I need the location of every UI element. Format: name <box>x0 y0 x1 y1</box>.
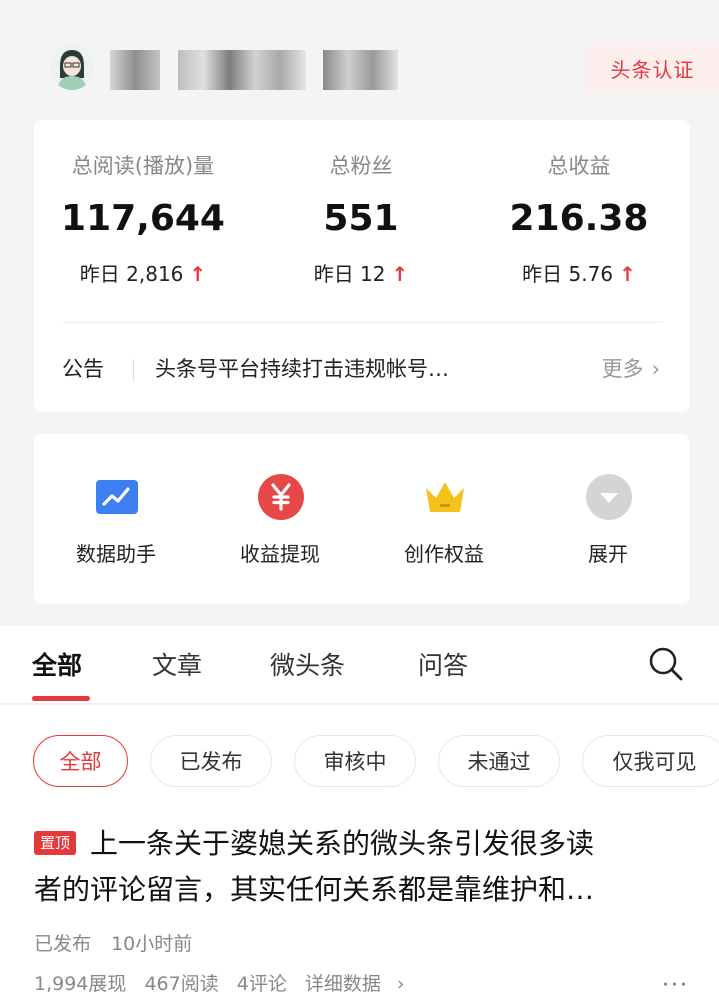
post-comments: 4评论 <box>236 973 287 995</box>
shortcut-label: 展开 <box>588 542 628 566</box>
shortcut-withdraw-income[interactable]: 收益提现 <box>198 434 362 604</box>
active-tab-indicator <box>32 696 90 701</box>
shortcut-label: 创作权益 <box>404 542 484 566</box>
content-tabs: 全部 文章 微头条 问答 <box>0 626 719 704</box>
shortcut-label: 数据助手 <box>76 542 156 566</box>
arrow-up-icon: ↑ <box>619 262 636 286</box>
separator <box>133 359 134 381</box>
detail-label: 详细数据 <box>304 973 381 995</box>
tab-qa[interactable]: 问答 <box>418 646 468 682</box>
announcement-more-link[interactable]: 更多 › <box>602 353 660 383</box>
announcement-tag: 公告 <box>62 357 104 381</box>
post-views: 1,994展现 <box>34 973 127 995</box>
profile-header: 头条认证 <box>0 0 719 120</box>
post-time: 10小时前 <box>111 933 193 955</box>
shortcut-card: 数据助手 收益提现 创作权益 展开 <box>34 434 690 604</box>
filter-published[interactable]: 已发布 <box>150 735 272 787</box>
post-title-line-1: 上一条关于婆媳关系的微头条引发很多读 <box>90 827 595 860</box>
more-options-icon[interactable]: ··· <box>662 973 689 998</box>
post-status: 已发布 <box>34 933 92 955</box>
filter-all[interactable]: 全部 <box>33 735 128 787</box>
arrow-up-icon: ↑ <box>391 262 409 286</box>
shortcut-data-assistant[interactable]: 数据助手 <box>34 434 198 604</box>
chevron-right-icon: › <box>396 973 405 995</box>
search-icon[interactable] <box>648 646 684 682</box>
filter-private[interactable]: 仅我可见 <box>582 735 719 787</box>
announcement-text[interactable]: 头条号平台持续打击违规帐号… <box>155 353 545 383</box>
post-meta: 已发布 10小时前 <box>34 929 206 956</box>
expand-icon <box>586 474 632 520</box>
stat-delta: 昨日 2,816 ↑ <box>34 258 252 287</box>
tab-articles[interactable]: 文章 <box>152 646 202 682</box>
post-detail-link[interactable]: 详细数据 › <box>305 973 417 995</box>
arrow-up-icon: ↑ <box>189 262 207 286</box>
stat-delta-text: 昨日 2,816 <box>79 262 184 286</box>
stat-delta: 昨日 12 ↑ <box>252 258 470 287</box>
pinned-badge: 置顶 <box>34 831 77 855</box>
post-title-line-2: 者的评论留言，其实任何关系都是靠维护和… <box>34 873 595 906</box>
post-item[interactable]: 置顶 上一条关于婆媳关系的微头条引发很多读 者的评论留言，其实任何关系都是靠维护和… <box>0 815 719 1006</box>
filter-rejected[interactable]: 未通过 <box>438 735 560 787</box>
chevron-right-icon: › <box>651 357 660 381</box>
filter-reviewing[interactable]: 审核中 <box>294 735 416 787</box>
more-label: 更多 <box>601 357 644 381</box>
stat-value: 216.38 <box>509 198 649 239</box>
content-manager-page: 头条认证 总阅读(播放)量 117,644 昨日 2,816 ↑ 总粉丝 551 … <box>0 0 719 1006</box>
chart-icon <box>94 474 140 520</box>
stat-value: 117,644 <box>61 198 225 239</box>
announcement-bar[interactable]: 公告 头条号平台持续打击违规帐号… 更多 › <box>34 323 690 412</box>
stats-card: 总阅读(播放)量 117,644 昨日 2,816 ↑ 总粉丝 551 昨日 12… <box>34 120 690 412</box>
crown-icon <box>422 474 468 520</box>
tab-micro-posts[interactable]: 微头条 <box>270 646 345 682</box>
shortcut-creator-rights[interactable]: 创作权益 <box>362 434 526 604</box>
stat-delta-text: 昨日 5.76 <box>522 262 614 286</box>
stat-value: 551 <box>323 198 399 239</box>
blurred-username <box>110 50 400 90</box>
stat-delta: 昨日 5.76 ↑ <box>470 258 688 287</box>
stat-label: 总阅读(播放)量 <box>71 154 215 178</box>
post-reads: 467阅读 <box>144 973 219 995</box>
shortcut-label: 收益提现 <box>240 542 320 566</box>
tab-all[interactable]: 全部 <box>32 646 82 682</box>
stat-label: 总收益 <box>547 154 611 178</box>
shortcut-expand[interactable]: 展开 <box>526 434 690 604</box>
content-list: 全部 已发布 审核中 未通过 仅我可见 置顶 上一条关于婆媳关系的微头条引发很多读… <box>0 705 719 1006</box>
yuan-icon <box>258 474 304 520</box>
stat-delta-text: 昨日 12 <box>313 262 386 286</box>
post-stats: 1,994展现 467阅读 4评论 详细数据 › <box>34 969 429 996</box>
stat-label: 总粉丝 <box>329 154 393 178</box>
toutiao-verify-button[interactable]: 头条认证 <box>586 45 719 91</box>
post-title[interactable]: 置顶 上一条关于婆媳关系的微头条引发很多读 者的评论留言，其实任何关系都是靠维护和… <box>34 821 694 913</box>
avatar[interactable] <box>50 44 94 90</box>
